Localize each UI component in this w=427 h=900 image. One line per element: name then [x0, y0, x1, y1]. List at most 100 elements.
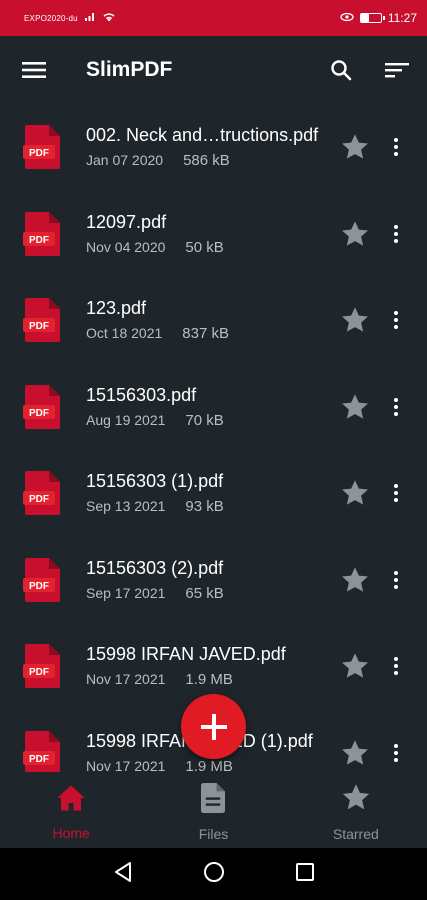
file-text: 002. Neck and…tructions.pdf Jan 07 2020 …	[86, 125, 427, 169]
file-size: 586 kB	[183, 152, 230, 170]
star-icon[interactable]	[339, 218, 371, 250]
file-name: 002. Neck and…tructions.pdf	[86, 125, 319, 146]
star-icon[interactable]	[339, 650, 371, 682]
nav-starred[interactable]: Starred	[285, 772, 427, 848]
signal-icon	[84, 12, 96, 24]
status-right: 11:27	[340, 11, 417, 25]
file-date: Nov 17 2021	[86, 757, 166, 772]
more-options-icon[interactable]	[389, 396, 403, 418]
file-meta: Jan 07 2020 586 kB	[86, 152, 427, 169]
file-date: Jan 07 2020	[86, 152, 164, 169]
star-icon[interactable]	[339, 737, 371, 769]
file-date: Sep 13 2021	[86, 498, 166, 515]
file-row[interactable]: PDF 123.pdf Oct 18 2021 837 kB	[0, 277, 427, 364]
star-icon[interactable]	[339, 131, 371, 163]
file-row[interactable]: PDF 002. Neck and…tructions.pdf Jan 07 2…	[0, 104, 427, 191]
file-row[interactable]: PDF 15156303 (2).pdf Sep 17 2021 65 kB	[0, 537, 427, 624]
clock: 11:27	[387, 11, 417, 25]
more-options-icon[interactable]	[389, 309, 403, 331]
file-size: 65 kB	[185, 584, 224, 602]
file-name: 123.pdf	[86, 298, 147, 319]
file-meta: Aug 19 2021 70 kB	[86, 412, 427, 429]
add-file-button[interactable]	[181, 694, 246, 759]
nav-label-files: Files	[198, 825, 229, 842]
file-size: 1.9 MB	[185, 671, 233, 689]
more-options-icon[interactable]	[389, 569, 403, 591]
file-date: Nov 17 2021	[86, 671, 166, 688]
file-name: 15156303 (1).pdf	[86, 471, 224, 492]
pdf-file-icon: PDF	[22, 469, 64, 517]
pdf-file-icon: PDF	[22, 556, 64, 604]
pdf-file-icon: PDF	[22, 729, 64, 772]
sort-icon[interactable]	[383, 56, 411, 84]
star-icon	[340, 783, 372, 818]
nav-home[interactable]: Home	[0, 772, 142, 848]
file-text: 12097.pdf Nov 04 2020 50 kB	[86, 212, 427, 256]
pdf-file-icon: PDF	[22, 642, 64, 690]
pdf-file-icon: PDF	[22, 383, 64, 431]
star-icon[interactable]	[339, 564, 371, 596]
battery-fill	[360, 14, 369, 22]
pdf-file-icon: PDF	[22, 123, 64, 171]
nav-files[interactable]: Files	[142, 772, 284, 848]
file-name: 15998 IRFAN JAVED (1).pdf	[86, 730, 313, 751]
file-meta: Nov 17 2021 1.9 MB	[86, 758, 427, 772]
home-circle-icon[interactable]	[203, 861, 225, 888]
file-date: Aug 19 2021	[86, 411, 166, 428]
file-icon	[201, 782, 226, 818]
svg-text:PDF: PDF	[29, 667, 49, 678]
file-meta: Sep 13 2021 93 kB	[86, 498, 427, 515]
file-meta: Sep 17 2021 65 kB	[86, 585, 427, 602]
star-icon[interactable]	[339, 304, 371, 336]
battery-icon	[359, 13, 385, 23]
app-bar: SlimPDF	[0, 36, 427, 104]
recents-icon[interactable]	[295, 862, 315, 887]
file-meta: Nov 17 2021 1.9 MB	[86, 671, 427, 688]
star-icon[interactable]	[339, 477, 371, 509]
file-name: 15156303 (2).pdf	[86, 557, 224, 578]
status-bar: EXPO2020-du 11:27	[0, 0, 427, 36]
more-options-icon[interactable]	[389, 742, 403, 764]
search-icon[interactable]	[327, 56, 355, 84]
file-row[interactable]: PDF 12097.pdf Nov 04 2020 50 kB	[0, 191, 427, 278]
file-text: 123.pdf Oct 18 2021 837 kB	[86, 298, 427, 342]
more-options-icon[interactable]	[389, 655, 403, 677]
file-size: 50 kB	[185, 238, 224, 256]
file-date: Oct 18 2021	[86, 325, 163, 342]
more-options-icon[interactable]	[389, 223, 403, 245]
file-size: 70 kB	[185, 411, 224, 429]
carrier-label: EXPO2020-du	[24, 13, 78, 23]
app-title: SlimPDF	[86, 58, 173, 81]
eye-comfort-icon	[340, 11, 354, 25]
file-text: 15156303 (2).pdf Sep 17 2021 65 kB	[86, 558, 427, 602]
system-nav-bar	[0, 848, 427, 900]
pdf-file-icon: PDF	[22, 296, 64, 344]
more-options-icon[interactable]	[389, 136, 403, 158]
menu-icon[interactable]	[20, 56, 48, 84]
star-icon[interactable]	[339, 391, 371, 423]
svg-text:PDF: PDF	[29, 148, 49, 159]
file-date: Nov 04 2020	[86, 238, 166, 255]
home-icon	[56, 784, 86, 817]
file-size: 93 kB	[185, 498, 224, 516]
status-left: EXPO2020-du	[24, 12, 340, 24]
file-meta: Oct 18 2021 837 kB	[86, 325, 427, 342]
more-options-icon[interactable]	[389, 482, 403, 504]
file-name: 12097.pdf	[86, 211, 167, 232]
svg-text:PDF: PDF	[29, 494, 49, 505]
wifi-icon	[102, 12, 116, 24]
file-text: 15156303.pdf Aug 19 2021 70 kB	[86, 385, 427, 429]
plus-icon	[200, 713, 227, 740]
file-meta: Nov 04 2020 50 kB	[86, 239, 427, 256]
file-size: 837 kB	[182, 325, 229, 343]
file-row[interactable]: PDF 15156303.pdf Aug 19 2021 70 kB	[0, 364, 427, 451]
nav-label-home: Home	[52, 824, 90, 841]
file-list[interactable]: PDF 002. Neck and…tructions.pdf Jan 07 2…	[0, 104, 427, 772]
file-name: 15998 IRFAN JAVED.pdf	[86, 644, 286, 665]
bottom-nav: Home Files Starred	[0, 772, 427, 848]
file-text: 15998 IRFAN JAVED.pdf Nov 17 2021 1.9 MB	[86, 644, 427, 688]
file-size: 1.9 MB	[185, 757, 233, 772]
back-icon[interactable]	[113, 861, 133, 888]
svg-text:PDF: PDF	[29, 581, 49, 592]
file-row[interactable]: PDF 15156303 (1).pdf Sep 13 2021 93 kB	[0, 450, 427, 537]
